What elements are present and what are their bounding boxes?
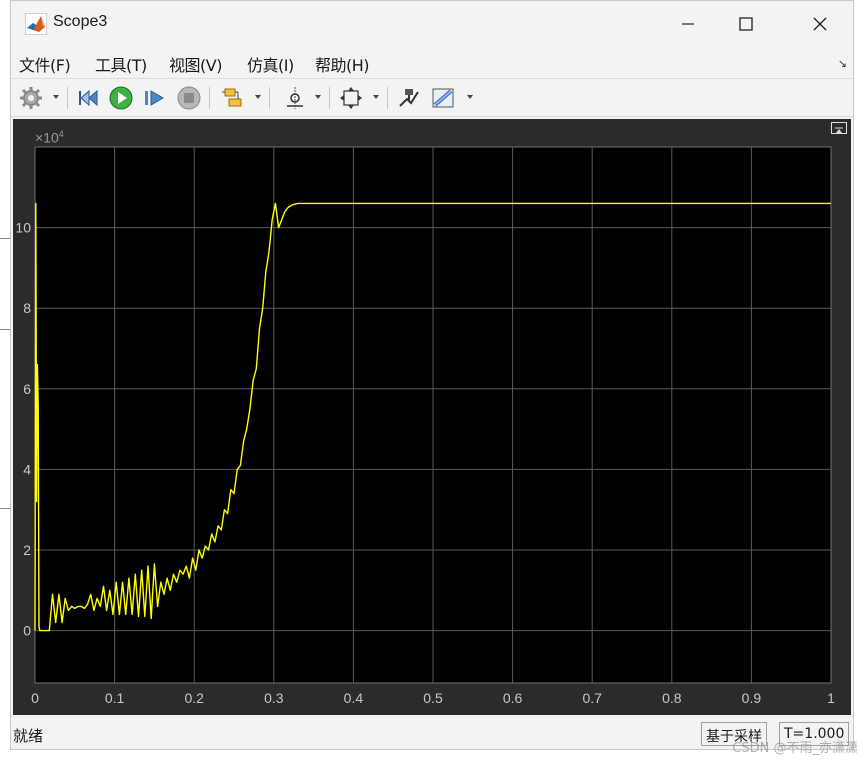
menu-simulation[interactable]: 仿真(I) bbox=[247, 52, 294, 76]
y-tick-label: 2 bbox=[23, 542, 31, 558]
menu-view[interactable]: 视图(V) bbox=[169, 52, 222, 76]
window-title: Scope3 bbox=[53, 13, 108, 30]
zoom-extents-button[interactable] bbox=[339, 85, 363, 111]
signal-selector-button[interactable] bbox=[221, 85, 245, 111]
configuration-button[interactable] bbox=[19, 85, 43, 111]
minimize-icon bbox=[682, 23, 694, 25]
scope-display[interactable]: ×104 0 0.1 0.2 0.3 0.4 0.5 0.6 0.7 0.8 0.9 1 0 2 4 6 8 1… bbox=[13, 119, 851, 715]
y-tick-label: 10 bbox=[15, 220, 31, 236]
style-dropdown[interactable] bbox=[467, 95, 473, 99]
stop-icon bbox=[177, 86, 201, 110]
style-icon bbox=[432, 88, 454, 108]
toolbar-separator bbox=[329, 87, 330, 109]
stop-button[interactable] bbox=[177, 85, 201, 111]
run-button[interactable] bbox=[109, 85, 133, 111]
cursor-measure-dropdown[interactable] bbox=[315, 95, 321, 99]
maximize-button[interactable] bbox=[723, 9, 769, 39]
menu-file[interactable]: 文件(F) bbox=[19, 52, 71, 76]
x-tick-label: 0 bbox=[31, 690, 39, 706]
x-tick-label: 0.9 bbox=[742, 690, 762, 706]
signal-selector-icon bbox=[222, 88, 242, 107]
x-tick-label: 0.7 bbox=[582, 690, 602, 706]
status-ready: 就绪 bbox=[13, 727, 44, 745]
watermark: CSDN @不雨_亦潇潇 bbox=[732, 741, 858, 756]
x-tick-label: 0.4 bbox=[344, 690, 364, 706]
toolbar bbox=[11, 79, 853, 117]
x-tick-label: 0.8 bbox=[662, 690, 682, 706]
configuration-dropdown[interactable] bbox=[53, 95, 59, 99]
x-tick-label: 0.2 bbox=[184, 690, 204, 706]
y-tick-label: 6 bbox=[23, 381, 31, 397]
step-forward-icon bbox=[145, 90, 164, 106]
menu-help[interactable]: 帮助(H) bbox=[315, 52, 370, 76]
scope-window: Scope3 文件(F) 工具(T) 视图(V) 仿真(I) 帮助(H) ↘ ×… bbox=[10, 0, 854, 750]
scope-plot[interactable]: 0 0.1 0.2 0.3 0.4 0.5 0.6 0.7 0.8 0.9 10246810 bbox=[13, 119, 851, 715]
x-tick-label: 1 bbox=[827, 690, 835, 706]
zoom-extents-dropdown[interactable] bbox=[373, 95, 379, 99]
toolbar-separator bbox=[269, 87, 270, 109]
y-tick-label: 4 bbox=[23, 461, 31, 477]
x-tick-label: 0.5 bbox=[423, 690, 443, 706]
highlight-block-button[interactable] bbox=[397, 85, 421, 111]
background-divider bbox=[0, 508, 10, 509]
step-back-icon bbox=[79, 89, 98, 107]
dock-arrow-icon[interactable]: ↘ bbox=[838, 57, 847, 70]
step-back-button[interactable] bbox=[77, 85, 101, 111]
run-icon bbox=[109, 86, 133, 110]
toolbar-separator bbox=[387, 87, 388, 109]
zoom-extents-icon bbox=[340, 87, 362, 109]
maximize-icon bbox=[739, 17, 753, 31]
toolbar-separator bbox=[209, 87, 210, 109]
close-button[interactable] bbox=[797, 9, 843, 39]
status-bar: 就绪 基于采样 T=1.000 bbox=[11, 717, 853, 749]
matlab-logo-icon bbox=[25, 13, 47, 35]
menu-bar: 文件(F) 工具(T) 视图(V) 仿真(I) 帮助(H) ↘ bbox=[11, 45, 853, 79]
style-button[interactable] bbox=[431, 85, 457, 111]
y-tick-label: 0 bbox=[23, 623, 31, 639]
step-forward-button[interactable] bbox=[143, 85, 167, 111]
cursor-measure-button[interactable] bbox=[283, 85, 307, 111]
x-tick-label: 0.6 bbox=[503, 690, 523, 706]
highlight-block-icon bbox=[399, 89, 419, 107]
y-tick-label: 8 bbox=[23, 300, 31, 316]
menu-tools[interactable]: 工具(T) bbox=[95, 52, 147, 76]
gear-icon bbox=[20, 87, 42, 109]
minimize-button[interactable] bbox=[665, 9, 711, 39]
x-tick-label: 0.3 bbox=[264, 690, 284, 706]
signal-selector-dropdown[interactable] bbox=[255, 95, 261, 99]
toolbar-separator bbox=[67, 87, 68, 109]
close-icon bbox=[813, 17, 827, 31]
x-tick-label: 0.1 bbox=[105, 690, 125, 706]
title-bar[interactable]: Scope3 bbox=[11, 1, 853, 45]
cursor-measure-icon bbox=[287, 87, 303, 109]
